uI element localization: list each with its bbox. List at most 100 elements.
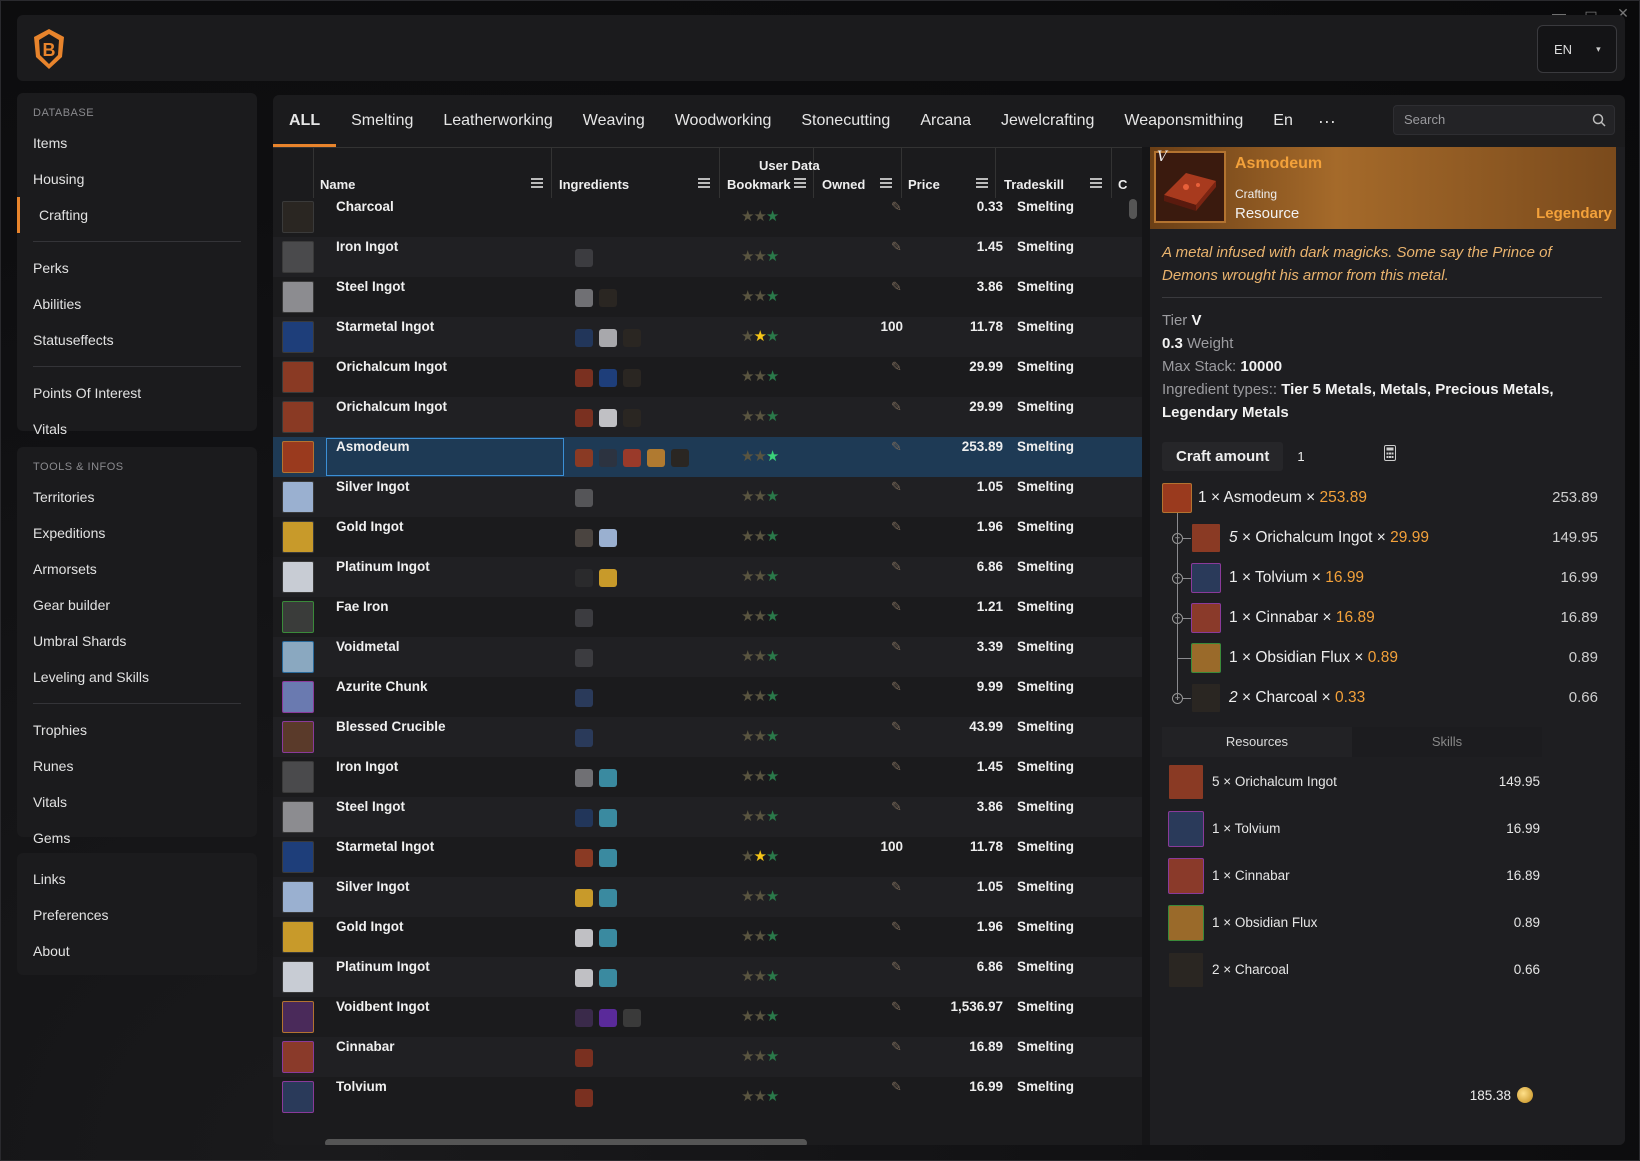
- table-row[interactable]: Azurite Chunk ★★★ ✎ 9.99 Smelting: [273, 677, 1166, 717]
- table-row[interactable]: Platinum Ingot ★★★ ✎ 6.86 Smelting: [273, 957, 1166, 997]
- tab-woodworking[interactable]: Woodworking: [660, 95, 787, 147]
- edit-icon[interactable]: ✎: [891, 999, 902, 1015]
- edit-icon[interactable]: ✎: [891, 279, 902, 295]
- edit-icon[interactable]: ✎: [891, 199, 902, 215]
- edit-icon[interactable]: ✎: [891, 639, 902, 655]
- edit-icon[interactable]: ✎: [891, 679, 902, 695]
- bookmark-stars[interactable]: ★★★: [741, 1047, 779, 1065]
- column-header-bookmark[interactable]: Bookmark: [727, 172, 791, 198]
- table-row[interactable]: Steel Ingot ★★★ ✎ 3.86 Smelting: [273, 797, 1166, 837]
- bookmark-stars[interactable]: ★★★: [741, 767, 779, 785]
- edit-icon[interactable]: ✎: [891, 799, 902, 815]
- bookmark-stars[interactable]: ★★★: [741, 647, 779, 665]
- sidebar-item-perks[interactable]: Perks: [17, 250, 257, 286]
- tree-node[interactable]: 1 × Obsidian Flux × 0.89 0.89: [1150, 639, 1616, 679]
- table-row[interactable]: Orichalcum Ingot ★★★ ✎ 29.99 Smelting: [273, 397, 1166, 437]
- edit-icon[interactable]: ✎: [891, 239, 902, 255]
- table-row[interactable]: Iron Ingot ★★★ ✎ 1.45 Smelting: [273, 237, 1166, 277]
- table-row[interactable]: Cinnabar ★★★ ✎ 16.89 Smelting: [273, 1037, 1166, 1077]
- edit-icon[interactable]: ✎: [891, 1079, 902, 1095]
- tab-resources[interactable]: Resources: [1162, 727, 1352, 757]
- sidebar-item-links[interactable]: Links: [17, 861, 257, 897]
- table-row[interactable]: Starmetal Ingot ★★★ 100 11.78 Smelting: [273, 837, 1166, 877]
- table-row[interactable]: Voidbent Ingot ★★★ ✎ 1,536.97 Smelting: [273, 997, 1166, 1037]
- tab-engineering[interactable]: En: [1258, 95, 1308, 147]
- column-menu-icon[interactable]: [794, 178, 806, 188]
- bookmark-stars[interactable]: ★★★: [741, 287, 779, 305]
- sidebar-item-crafting[interactable]: Crafting: [17, 197, 257, 233]
- table-row[interactable]: Voidmetal ★★★ ✎ 3.39 Smelting: [273, 637, 1166, 677]
- edit-icon[interactable]: ✎: [891, 479, 902, 495]
- bookmark-stars[interactable]: ★★★: [741, 1087, 779, 1105]
- sidebar-item-housing[interactable]: Housing: [17, 161, 257, 197]
- tab-all[interactable]: ALL: [273, 95, 337, 147]
- table-row[interactable]: Orichalcum Ingot ★★★ ✎ 29.99 Smelting: [273, 357, 1166, 397]
- language-select[interactable]: EN ▾: [1537, 25, 1617, 73]
- edit-icon[interactable]: ✎: [891, 879, 902, 895]
- bookmark-stars[interactable]: ★★★: [741, 207, 779, 225]
- edit-icon[interactable]: ✎: [891, 599, 902, 615]
- sidebar-item-expeditions[interactable]: Expeditions: [17, 515, 257, 551]
- table-row[interactable]: Silver Ingot ★★★ ✎ 1.05 Smelting: [273, 877, 1166, 917]
- table-row[interactable]: Gold Ingot ★★★ ✎ 1.96 Smelting: [273, 517, 1166, 557]
- sidebar-item-territories[interactable]: Territories: [17, 479, 257, 515]
- bookmark-stars[interactable]: ★★★: [741, 727, 779, 745]
- tree-root[interactable]: 1 × Asmodeum × 253.89 253.89: [1150, 479, 1616, 519]
- column-menu-icon[interactable]: [880, 178, 892, 188]
- edit-icon[interactable]: ✎: [891, 719, 902, 735]
- tree-node[interactable]: 1 × Cinnabar × 16.8916.89+: [1150, 599, 1616, 639]
- sidebar-item-statuseffects[interactable]: Statuseffects: [17, 322, 257, 358]
- edit-icon[interactable]: ✎: [891, 959, 902, 975]
- column-header-name[interactable]: Name: [320, 172, 355, 198]
- bookmark-stars[interactable]: ★★★: [741, 927, 779, 945]
- table-row[interactable]: Asmodeum ★★★ ✎ 253.89 Smelting: [273, 437, 1166, 477]
- table-row[interactable]: Steel Ingot ★★★ ✎ 3.86 Smelting: [273, 277, 1166, 317]
- table-row[interactable]: Blessed Crucible ★★★ ✎ 43.99 Smelting: [273, 717, 1166, 757]
- tab-arcana[interactable]: Arcana: [905, 95, 986, 147]
- column-menu-icon[interactable]: [531, 178, 543, 188]
- bookmark-stars[interactable]: ★★★: [741, 327, 779, 345]
- column-header-owned[interactable]: Owned: [822, 172, 865, 198]
- edit-icon[interactable]: ✎: [891, 399, 902, 415]
- column-menu-icon[interactable]: [698, 178, 710, 188]
- table-row[interactable]: Tolvium ★★★ ✎ 16.99 Smelting: [273, 1077, 1166, 1117]
- bookmark-stars[interactable]: ★★★: [741, 1007, 779, 1025]
- vertical-scrollbar[interactable]: [1129, 199, 1137, 219]
- tab-skills[interactable]: Skills: [1352, 727, 1542, 757]
- sidebar-item-umbral-shards[interactable]: Umbral Shards: [17, 623, 257, 659]
- tab-jewelcrafting[interactable]: Jewelcrafting: [986, 95, 1109, 147]
- table-row[interactable]: Starmetal Ingot ★★★ 100 11.78 Smelting: [273, 317, 1166, 357]
- bookmark-stars[interactable]: ★★★: [741, 687, 779, 705]
- edit-icon[interactable]: ✎: [891, 1039, 902, 1055]
- bookmark-stars[interactable]: ★★★: [741, 447, 779, 465]
- tab-weaponsmithing[interactable]: Weaponsmithing: [1109, 95, 1258, 147]
- table-row[interactable]: Fae Iron ★★★ ✎ 1.21 Smelting: [273, 597, 1166, 637]
- bookmark-stars[interactable]: ★★★: [741, 967, 779, 985]
- more-tabs-icon[interactable]: ···: [1308, 111, 1346, 132]
- edit-icon[interactable]: ✎: [891, 519, 902, 535]
- search-icon[interactable]: [1592, 113, 1606, 127]
- sidebar-item-preferences[interactable]: Preferences: [17, 897, 257, 933]
- sidebar-item-gear-builder[interactable]: Gear builder: [17, 587, 257, 623]
- app-logo-icon[interactable]: B: [31, 27, 67, 71]
- table-row[interactable]: Platinum Ingot ★★★ ✎ 6.86 Smelting: [273, 557, 1166, 597]
- edit-icon[interactable]: ✎: [891, 439, 902, 455]
- sidebar-item-gems[interactable]: Gems: [17, 820, 257, 856]
- bookmark-stars[interactable]: ★★★: [741, 607, 779, 625]
- bookmark-stars[interactable]: ★★★: [741, 847, 779, 865]
- column-header-extra[interactable]: C: [1118, 172, 1127, 198]
- column-menu-icon[interactable]: [1090, 178, 1102, 188]
- edit-icon[interactable]: ✎: [891, 919, 902, 935]
- bookmark-stars[interactable]: ★★★: [741, 527, 779, 545]
- bookmark-stars[interactable]: ★★★: [741, 367, 779, 385]
- tree-node[interactable]: 2 × Charcoal × 0.330.66+: [1150, 679, 1616, 719]
- search-input[interactable]: Search: [1393, 105, 1615, 135]
- table-row[interactable]: Gold Ingot ★★★ ✎ 1.96 Smelting: [273, 917, 1166, 957]
- bookmark-stars[interactable]: ★★★: [741, 887, 779, 905]
- column-header-price[interactable]: Price: [908, 172, 940, 198]
- column-header-ingredients[interactable]: Ingredients: [559, 172, 629, 198]
- tab-leatherworking[interactable]: Leatherworking: [428, 95, 567, 147]
- sidebar-item-items[interactable]: Items: [17, 125, 257, 161]
- tab-stonecutting[interactable]: Stonecutting: [786, 95, 905, 147]
- craft-amount-input[interactable]: 1: [1297, 449, 1304, 464]
